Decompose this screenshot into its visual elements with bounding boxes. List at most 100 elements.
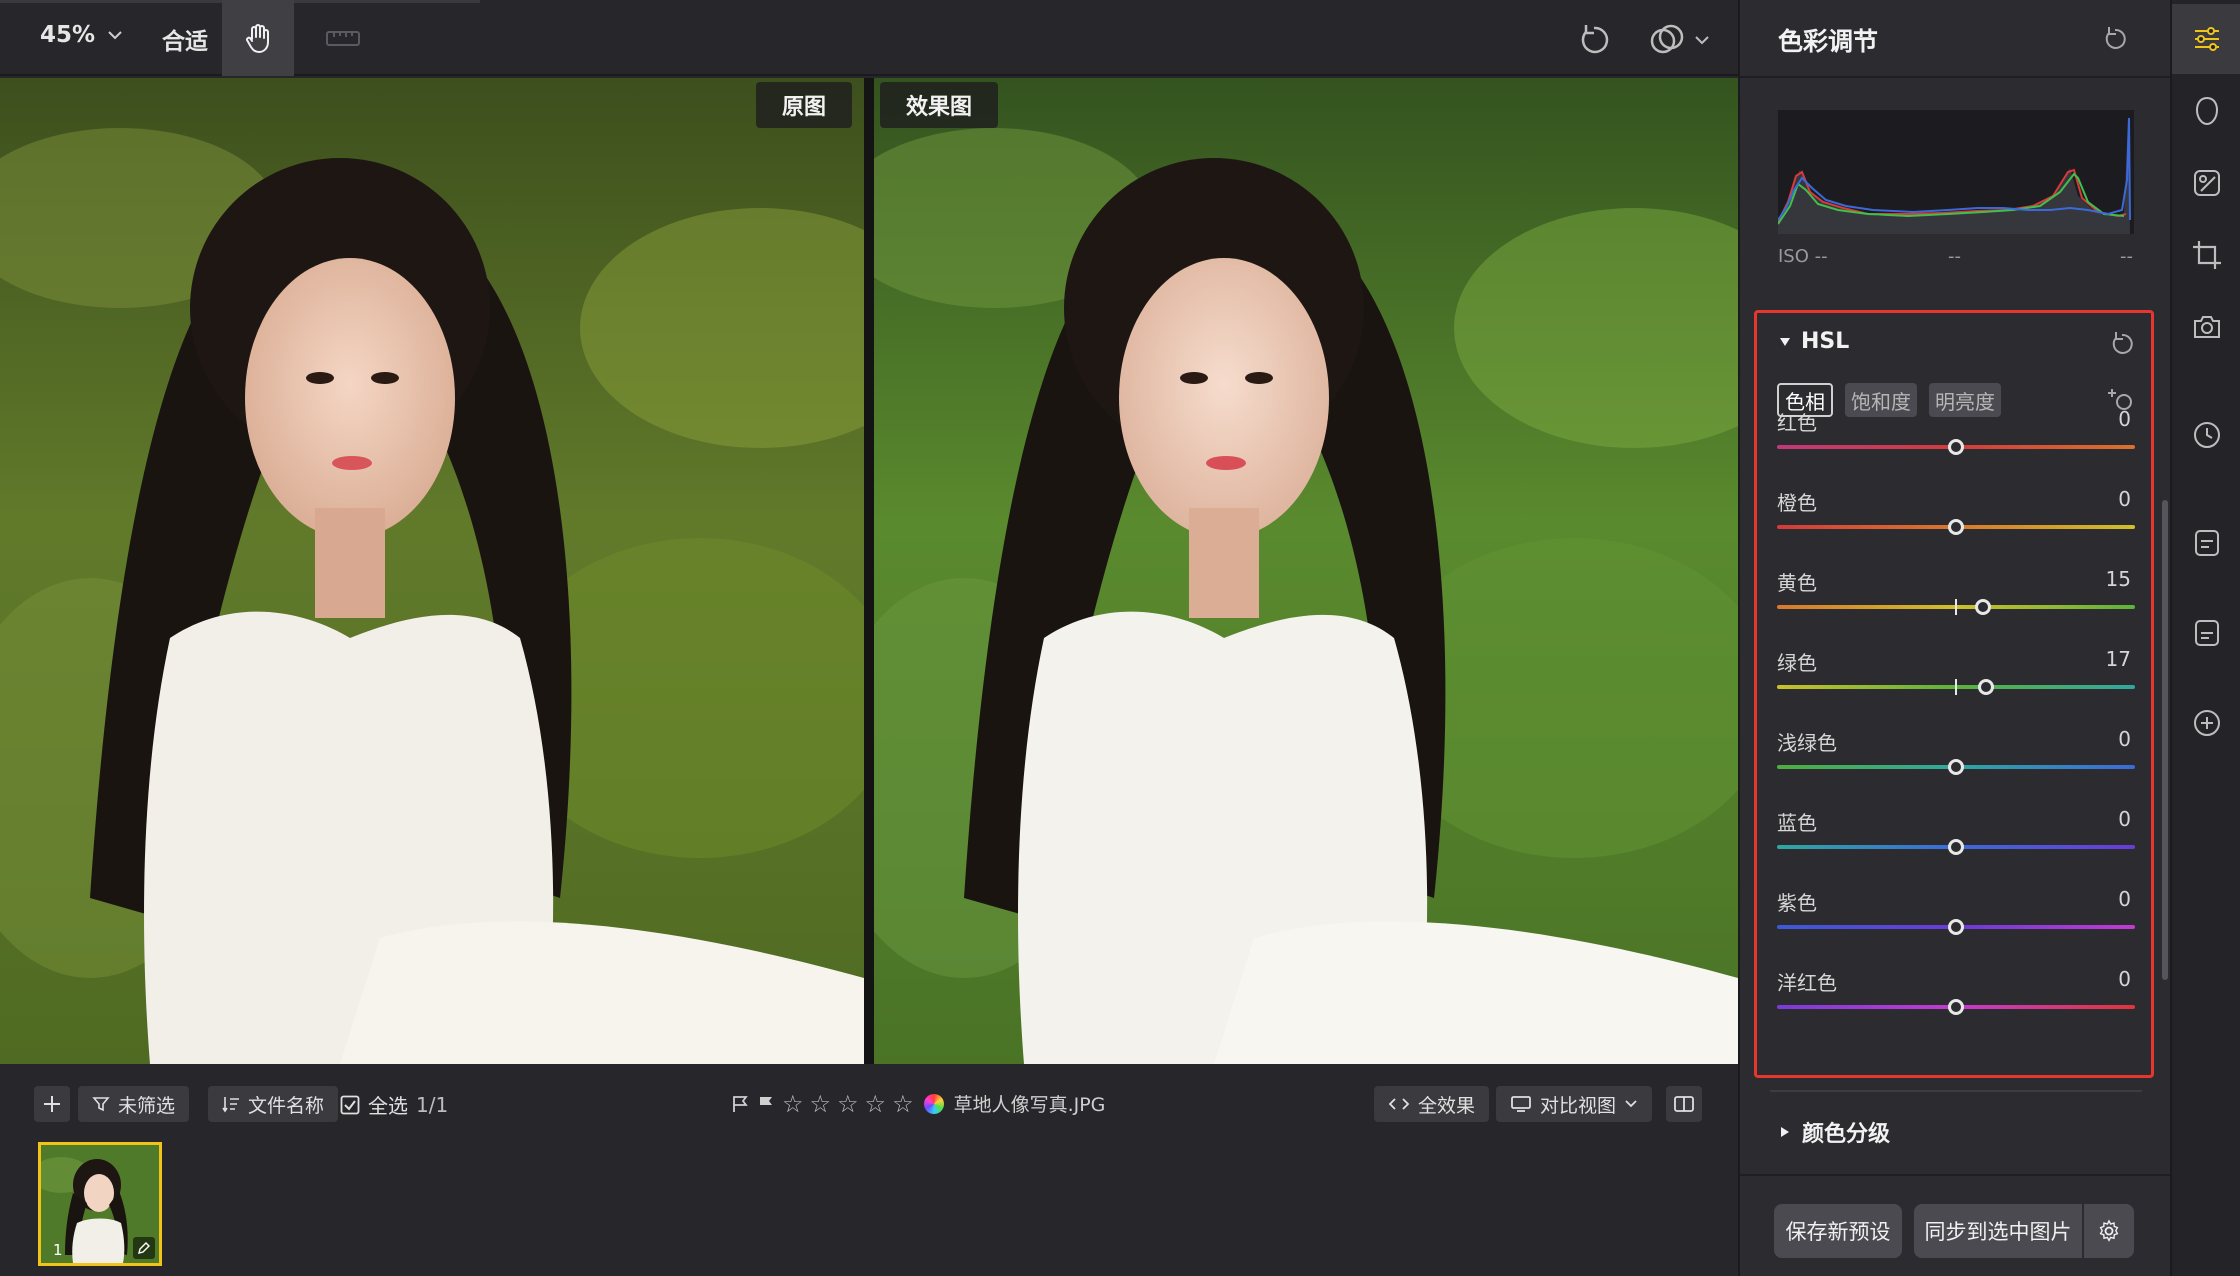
slider-thumb[interactable] [1978, 679, 1995, 695]
view-mode-dropdown[interactable]: 对比视图 [1496, 1086, 1653, 1122]
slider-value: 0 [2118, 727, 2131, 751]
panel-scrollbar[interactable] [2162, 500, 2168, 980]
chevron-down-icon [1695, 36, 1709, 45]
reset-icon [2105, 27, 2126, 49]
gear-icon [2099, 1219, 2119, 1242]
split-view-button[interactable] [1666, 1086, 1702, 1122]
fit-button[interactable]: 合适 [162, 22, 208, 56]
sync-selected-button[interactable]: 同步到选中图片 [1914, 1204, 2082, 1258]
pencil-icon[interactable] [133, 1237, 155, 1259]
rating-bar: ☆ ☆ ☆ ☆ ☆ 草地人像写真.JPG [730, 1090, 1105, 1117]
sort-label: 文件名称 [248, 1094, 325, 1117]
before-image [0, 78, 864, 1064]
exif-iso: ISO -- [1778, 246, 1828, 267]
panel-reset-button[interactable] [2100, 24, 2130, 54]
select-all-checkbox[interactable]: 全选 1/1 [340, 1090, 448, 1119]
caret-down-icon [1780, 337, 1790, 346]
color-adjust-panel: 色彩调节 ISO -- -- -- HSL 色相 饱和度 明亮度 红色 0 橙色 0 黄色 1… [1738, 0, 2172, 1276]
slider-thumb[interactable] [1948, 919, 1964, 935]
slider-value: 0 [2118, 807, 2131, 831]
rail-color-adjust[interactable] [2172, 4, 2240, 74]
slider-thumb[interactable] [1974, 599, 1991, 615]
slider-thumb[interactable] [1948, 519, 1964, 535]
history-icon [2194, 422, 2220, 448]
flag-filled-icon[interactable] [756, 1094, 776, 1114]
rail-add[interactable] [2172, 688, 2240, 758]
slider-center-tick [1955, 599, 1957, 615]
slider-thumb[interactable] [1948, 839, 1964, 855]
top-toolbar: 45% 合适 [0, 0, 1738, 76]
portrait-photo-before [0, 78, 864, 1064]
slider-thumb[interactable] [1948, 999, 1964, 1015]
slider-value: 15 [2105, 567, 2131, 591]
star-icon[interactable]: ☆ [865, 1092, 887, 1116]
rail-notes[interactable] [2172, 598, 2240, 668]
before-label: 原图 [756, 82, 853, 128]
histogram-graph [1777, 110, 2134, 234]
star-icon[interactable]: ☆ [892, 1092, 914, 1116]
save-preset-button[interactable]: 保存新预设 [1774, 1204, 1902, 1258]
slider-thumb[interactable] [1948, 439, 1964, 455]
hsl-slider-row: 洋红色 0 [1777, 967, 2135, 1047]
chevron-down-icon [108, 31, 122, 40]
hsl-slider-row: 浅绿色 0 [1777, 727, 2135, 807]
star-icon[interactable]: ☆ [782, 1092, 804, 1116]
color-grading-header[interactable]: 颜色分级 [1780, 1116, 1890, 1148]
checkbox-checked-icon [340, 1095, 360, 1114]
rail-history[interactable] [2172, 400, 2240, 470]
flag-outline-icon[interactable] [730, 1094, 750, 1114]
thumbnail[interactable]: 1 [38, 1142, 162, 1266]
bottom-toolbar: 未筛选 文件名称 全选 1/1 ☆ ☆ ☆ ☆ ☆ 草地人像写真.JPG 全效果 对比视… [0, 1064, 1738, 1142]
star-icon[interactable]: ☆ [810, 1092, 832, 1116]
slider-label: 洋红色 [1777, 971, 1837, 995]
portrait-photo-after [874, 78, 1738, 1064]
filter-button[interactable]: 未筛选 [78, 1086, 190, 1122]
effect-label: 全效果 [1418, 1094, 1476, 1117]
rail-presets[interactable] [2172, 508, 2240, 578]
color-label-icon[interactable] [923, 1093, 944, 1114]
crop-icon [2193, 241, 2221, 269]
slider-center-tick [1955, 679, 1957, 695]
slider-value: 17 [2105, 647, 2131, 671]
hsl-reset-button[interactable] [2107, 329, 2137, 359]
hand-tool-button[interactable] [222, 0, 294, 76]
slider-value: 0 [2118, 967, 2131, 991]
rail-face[interactable] [2172, 76, 2240, 146]
hsl-slider-row: 紫色 0 [1777, 887, 2135, 967]
caret-right-icon [1781, 1127, 1789, 1137]
slider-value: 0 [2118, 407, 2131, 431]
add-photo-button[interactable] [34, 1086, 70, 1122]
code-brackets-icon [1388, 1098, 1410, 1110]
hsl-header[interactable]: HSL [1779, 329, 1849, 354]
split-view-icon [1674, 1096, 1694, 1112]
overlay-compare-dropdown[interactable] [1648, 20, 1718, 60]
image-viewer[interactable]: 原图 效果图 [0, 78, 1738, 1064]
camera-icon [2194, 316, 2220, 338]
sync-settings-button[interactable] [2084, 1204, 2134, 1258]
slider-label: 红色 [1777, 411, 1817, 435]
star-icon[interactable]: ☆ [837, 1092, 859, 1116]
sort-button[interactable]: 文件名称 [208, 1086, 339, 1122]
footer-divider [1740, 1174, 2172, 1176]
hsl-slider-row: 绿色 17 [1777, 647, 2135, 727]
plus-icon [44, 1096, 60, 1112]
file-name: 草地人像写真.JPG [953, 1094, 1106, 1116]
monitor-icon [1511, 1096, 1531, 1112]
thumbnail-number: 1 [53, 1241, 63, 1259]
rail-camera[interactable] [2172, 292, 2240, 362]
ruler-button[interactable] [320, 22, 366, 54]
histogram [1777, 110, 2134, 234]
effect-toggle-button[interactable]: 全效果 [1374, 1086, 1490, 1122]
slider-thumb[interactable] [1948, 759, 1964, 775]
hsl-section: HSL 色相 饱和度 明亮度 红色 0 橙色 0 黄色 15 绿色 17 浅绿色 0 蓝色 0 紫色 0 洋红色… [1754, 310, 2154, 1078]
zoom-dropdown[interactable]: 45% [40, 22, 123, 48]
panel-divider [1740, 76, 2172, 78]
rail-retouch[interactable] [2172, 148, 2240, 218]
undo-button[interactable] [1574, 20, 1614, 60]
sort-icon [222, 1097, 239, 1113]
slider-value: 0 [2118, 487, 2131, 511]
rail-crop[interactable] [2172, 220, 2240, 290]
preset-list-icon [2195, 530, 2219, 556]
hsl-slider-row: 橙色 0 [1777, 487, 2135, 567]
face-icon [2195, 96, 2219, 126]
